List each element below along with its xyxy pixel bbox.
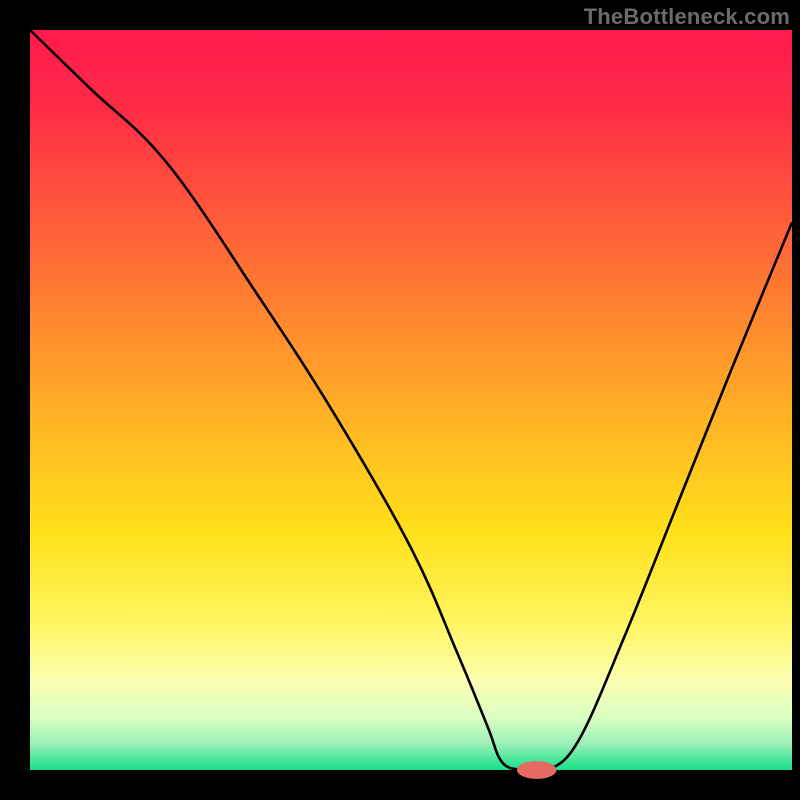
plot-background	[30, 30, 792, 770]
optimal-point-marker	[517, 761, 557, 779]
plot-svg	[0, 0, 800, 800]
watermark-text: TheBottleneck.com	[584, 4, 790, 30]
bottleneck-chart: TheBottleneck.com	[0, 0, 800, 800]
